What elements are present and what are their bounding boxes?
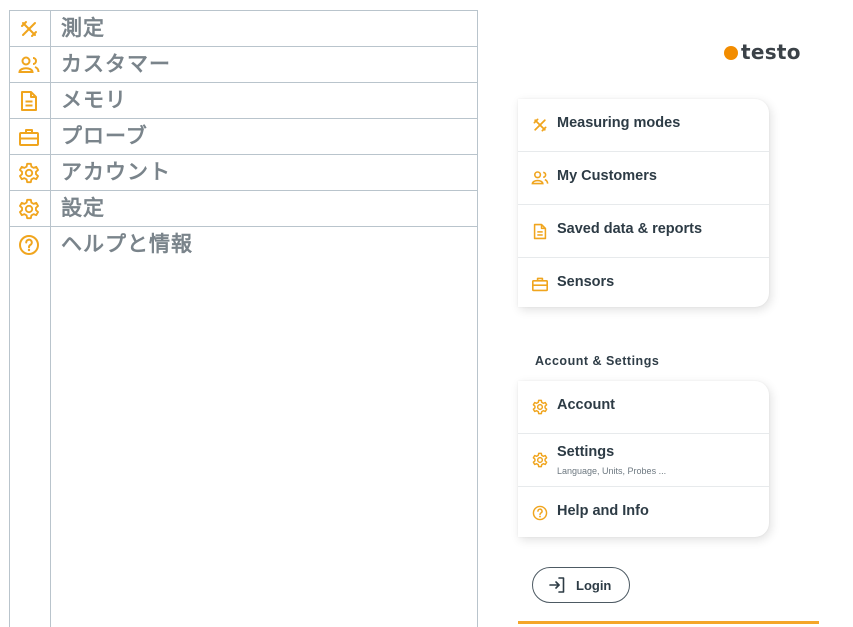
- gear-icon: [17, 161, 41, 185]
- customers-icon: [17, 53, 41, 77]
- customers-icon: [531, 169, 549, 187]
- gear-icon: [531, 398, 549, 416]
- measuring-tools-icon: [17, 17, 41, 41]
- logo-dot: [724, 46, 738, 60]
- menu-item-saved-data[interactable]: Saved data & reports: [518, 205, 769, 258]
- login-arrow-icon: [548, 576, 566, 594]
- measuring-tools-icon: [531, 116, 549, 134]
- menu-label: Settings: [557, 444, 615, 460]
- jp-row-account[interactable]: アカウント: [10, 155, 477, 191]
- menu-item-settings[interactable]: Settings Language, Units, Probes ...: [518, 434, 769, 487]
- section-title-account-settings: Account & Settings: [535, 354, 660, 368]
- jp-label-probes: プローブ: [61, 124, 148, 148]
- jp-label-help: ヘルプと情報: [61, 232, 193, 256]
- menu-label: Help and Info: [557, 503, 649, 519]
- menu-item-measuring-modes[interactable]: Measuring modes: [518, 99, 769, 152]
- jp-row-probes[interactable]: プローブ: [10, 119, 477, 155]
- jp-label-settings: 設定: [61, 196, 105, 220]
- document-icon: [17, 89, 41, 113]
- main-menu-card: Measuring modes My Customers Saved data …: [518, 99, 769, 307]
- account-settings-card: Account Settings Language, Units, Probes…: [518, 381, 769, 537]
- japanese-menu-table: 測定 カスタマー メモリ プローブ アカウント 設定 ヘルプと情報: [9, 10, 478, 627]
- jp-row-help[interactable]: ヘルプと情報: [10, 227, 477, 263]
- jp-label-customers: カスタマー: [61, 52, 171, 76]
- menu-sublabel: Language, Units, Probes ...: [557, 466, 667, 476]
- gear-icon: [17, 197, 41, 221]
- menu-label: Saved data & reports: [557, 221, 703, 237]
- document-icon: [531, 222, 549, 240]
- sensor-case-icon: [17, 125, 41, 149]
- bottom-accent-bar: [518, 621, 819, 624]
- jp-row-memory[interactable]: メモリ: [10, 83, 477, 119]
- logo-text: testo: [741, 40, 801, 64]
- jp-label-account: アカウント: [61, 160, 171, 184]
- menu-label: Sensors: [557, 274, 615, 290]
- sensor-case-icon: [531, 275, 549, 293]
- jp-row-customers[interactable]: カスタマー: [10, 47, 477, 83]
- menu-label: My Customers: [557, 168, 657, 184]
- menu-label: Measuring modes: [557, 115, 681, 131]
- menu-item-sensors[interactable]: Sensors: [518, 258, 769, 307]
- jp-row-settings[interactable]: 設定: [10, 191, 477, 227]
- jp-label-memory: メモリ: [61, 88, 127, 112]
- jp-row-measuring[interactable]: 測定: [10, 11, 477, 47]
- help-icon: [531, 504, 549, 522]
- help-icon: [17, 233, 41, 257]
- gear-icon: [531, 451, 549, 469]
- menu-item-help-info[interactable]: Help and Info: [518, 487, 769, 537]
- login-label: Login: [576, 577, 612, 593]
- jp-label-measuring: 測定: [61, 16, 105, 40]
- login-button[interactable]: Login: [532, 567, 630, 603]
- menu-item-account[interactable]: Account: [518, 381, 769, 434]
- testo-logo: testo: [724, 40, 801, 64]
- menu-item-my-customers[interactable]: My Customers: [518, 152, 769, 205]
- menu-label: Account: [557, 397, 615, 413]
